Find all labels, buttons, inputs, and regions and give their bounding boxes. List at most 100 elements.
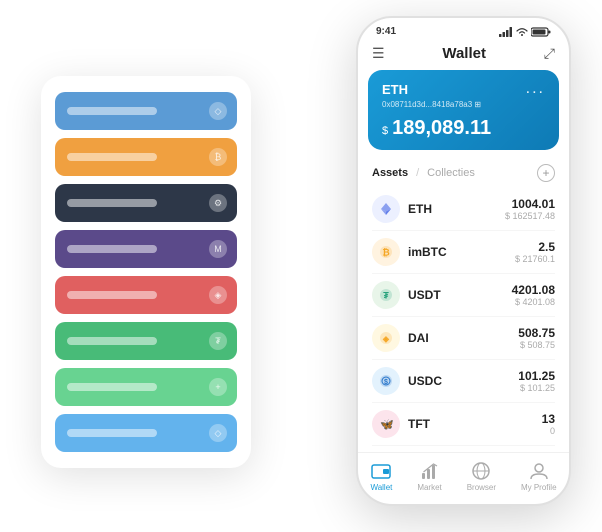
asset-value: $ 101.25	[518, 383, 555, 393]
asset-left: $ USDC	[372, 367, 442, 395]
status-bar: 9:41	[358, 18, 569, 41]
nav-market[interactable]: Market	[417, 461, 441, 492]
signal-icon	[499, 27, 513, 37]
card-label	[67, 153, 157, 161]
tab-collecties[interactable]: Collecties	[427, 167, 475, 179]
card-icon: ◈	[209, 286, 227, 304]
tft-icon: 🦋	[372, 410, 400, 438]
asset-list: ETH 1004.01 $ 162517.48 ₿ imBTC 2.5 $ 21…	[358, 188, 569, 452]
profile-nav-icon	[529, 461, 549, 481]
card-list: ◇ ₿ ⚙ M ◈ ₮ + ◇	[41, 76, 251, 468]
table-row[interactable]: ETH 1004.01 $ 162517.48	[372, 188, 555, 231]
eth-label: ETH	[382, 82, 408, 97]
nav-browser-label: Browser	[467, 483, 496, 492]
list-item[interactable]: ◇	[55, 92, 237, 130]
nav-browser[interactable]: Browser	[467, 461, 496, 492]
asset-amount: 101.25	[518, 369, 555, 383]
list-item[interactable]: ₿	[55, 138, 237, 176]
asset-value: 0	[542, 426, 555, 436]
table-row[interactable]: ◈ DAI 508.75 $ 508.75	[372, 317, 555, 360]
eth-card-header: ETH ...	[382, 80, 545, 98]
eth-currency-symbol: $	[382, 125, 388, 137]
asset-name: DAI	[408, 331, 429, 345]
nav-profile[interactable]: My Profile	[521, 461, 557, 492]
list-item[interactable]: ⚙	[55, 184, 237, 222]
svg-text:₮: ₮	[383, 291, 389, 301]
card-label	[67, 199, 157, 207]
card-icon: ◇	[209, 424, 227, 442]
asset-right: 4201.08 $ 4201.08	[512, 283, 555, 307]
asset-amount: 4201.08	[512, 283, 555, 297]
tab-assets[interactable]: Assets	[372, 167, 408, 179]
card-label	[67, 429, 157, 437]
list-item[interactable]: M	[55, 230, 237, 268]
asset-value: $ 4201.08	[512, 297, 555, 307]
status-icons	[499, 27, 551, 37]
card-icon: +	[209, 378, 227, 396]
asset-name: TFT	[408, 417, 430, 431]
bottom-nav: Wallet Market Browser	[358, 452, 569, 504]
asset-right: 13 0	[542, 412, 555, 436]
table-row[interactable]: ₮ USDT 4201.08 $ 4201.08	[372, 274, 555, 317]
asset-left: ◈ DAI	[372, 324, 429, 352]
asset-name: USDC	[408, 374, 442, 388]
asset-name: ETH	[408, 202, 432, 216]
table-row[interactable]: 🦋 TFT 13 0	[372, 403, 555, 446]
tabs-divider: /	[416, 167, 419, 179]
wifi-icon	[516, 27, 528, 37]
phone-mockup: 9:41	[356, 16, 571, 506]
wallet-nav-icon	[371, 461, 391, 481]
card-icon: ₮	[209, 332, 227, 350]
card-icon: ₿	[209, 148, 227, 166]
svg-text:₿: ₿	[382, 248, 389, 258]
asset-value: $ 162517.48	[505, 211, 555, 221]
card-label	[67, 107, 157, 115]
nav-wallet[interactable]: Wallet	[370, 461, 392, 492]
market-nav-icon	[420, 461, 440, 481]
scene: ◇ ₿ ⚙ M ◈ ₮ + ◇	[21, 16, 581, 516]
card-label	[67, 291, 157, 299]
card-label	[67, 337, 157, 345]
nav-wallet-label: Wallet	[370, 483, 392, 492]
usdc-icon: $	[372, 367, 400, 395]
nav-profile-label: My Profile	[521, 483, 557, 492]
top-nav: ☰ Wallet ⤢	[358, 41, 569, 70]
list-item[interactable]: +	[55, 368, 237, 406]
asset-left: ₮ USDT	[372, 281, 441, 309]
asset-value: $ 21760.1	[515, 254, 555, 264]
asset-value: $ 508.75	[518, 340, 555, 350]
eth-address: 0x08711d3d...8418a78a3 ⊞	[382, 100, 545, 109]
usdt-icon: ₮	[372, 281, 400, 309]
card-icon: ◇	[209, 102, 227, 120]
list-item[interactable]: ◇	[55, 414, 237, 452]
list-item[interactable]: ₮	[55, 322, 237, 360]
svg-text:◈: ◈	[382, 335, 390, 344]
eth-balance-amount: 189,089.11	[392, 117, 491, 139]
browser-nav-icon	[471, 461, 491, 481]
table-row[interactable]: $ USDC 101.25 $ 101.25	[372, 360, 555, 403]
expand-icon[interactable]: ⤢	[544, 45, 555, 62]
eth-more-button[interactable]: ...	[526, 80, 545, 98]
card-icon: ⚙	[209, 194, 227, 212]
eth-balance: $189,089.11	[382, 117, 545, 140]
assets-header: Assets / Collecties +	[358, 160, 569, 188]
asset-left: 🦋 TFT	[372, 410, 430, 438]
asset-amount: 1004.01	[505, 197, 555, 211]
asset-right: 508.75 $ 508.75	[518, 326, 555, 350]
eth-icon	[372, 195, 400, 223]
asset-right: 101.25 $ 101.25	[518, 369, 555, 393]
menu-icon[interactable]: ☰	[372, 45, 385, 62]
asset-amount: 2.5	[515, 240, 555, 254]
card-label	[67, 245, 157, 253]
asset-amount: 508.75	[518, 326, 555, 340]
table-row[interactable]: ₿ imBTC 2.5 $ 21760.1	[372, 231, 555, 274]
asset-left: ETH	[372, 195, 432, 223]
imbtc-icon: ₿	[372, 238, 400, 266]
assets-tabs: Assets / Collecties	[372, 167, 475, 179]
add-asset-button[interactable]: +	[537, 164, 555, 182]
eth-card[interactable]: ETH ... 0x08711d3d...8418a78a3 ⊞ $189,08…	[368, 70, 559, 150]
list-item[interactable]: ◈	[55, 276, 237, 314]
asset-right: 2.5 $ 21760.1	[515, 240, 555, 264]
asset-name: imBTC	[408, 245, 447, 259]
card-label	[67, 383, 157, 391]
